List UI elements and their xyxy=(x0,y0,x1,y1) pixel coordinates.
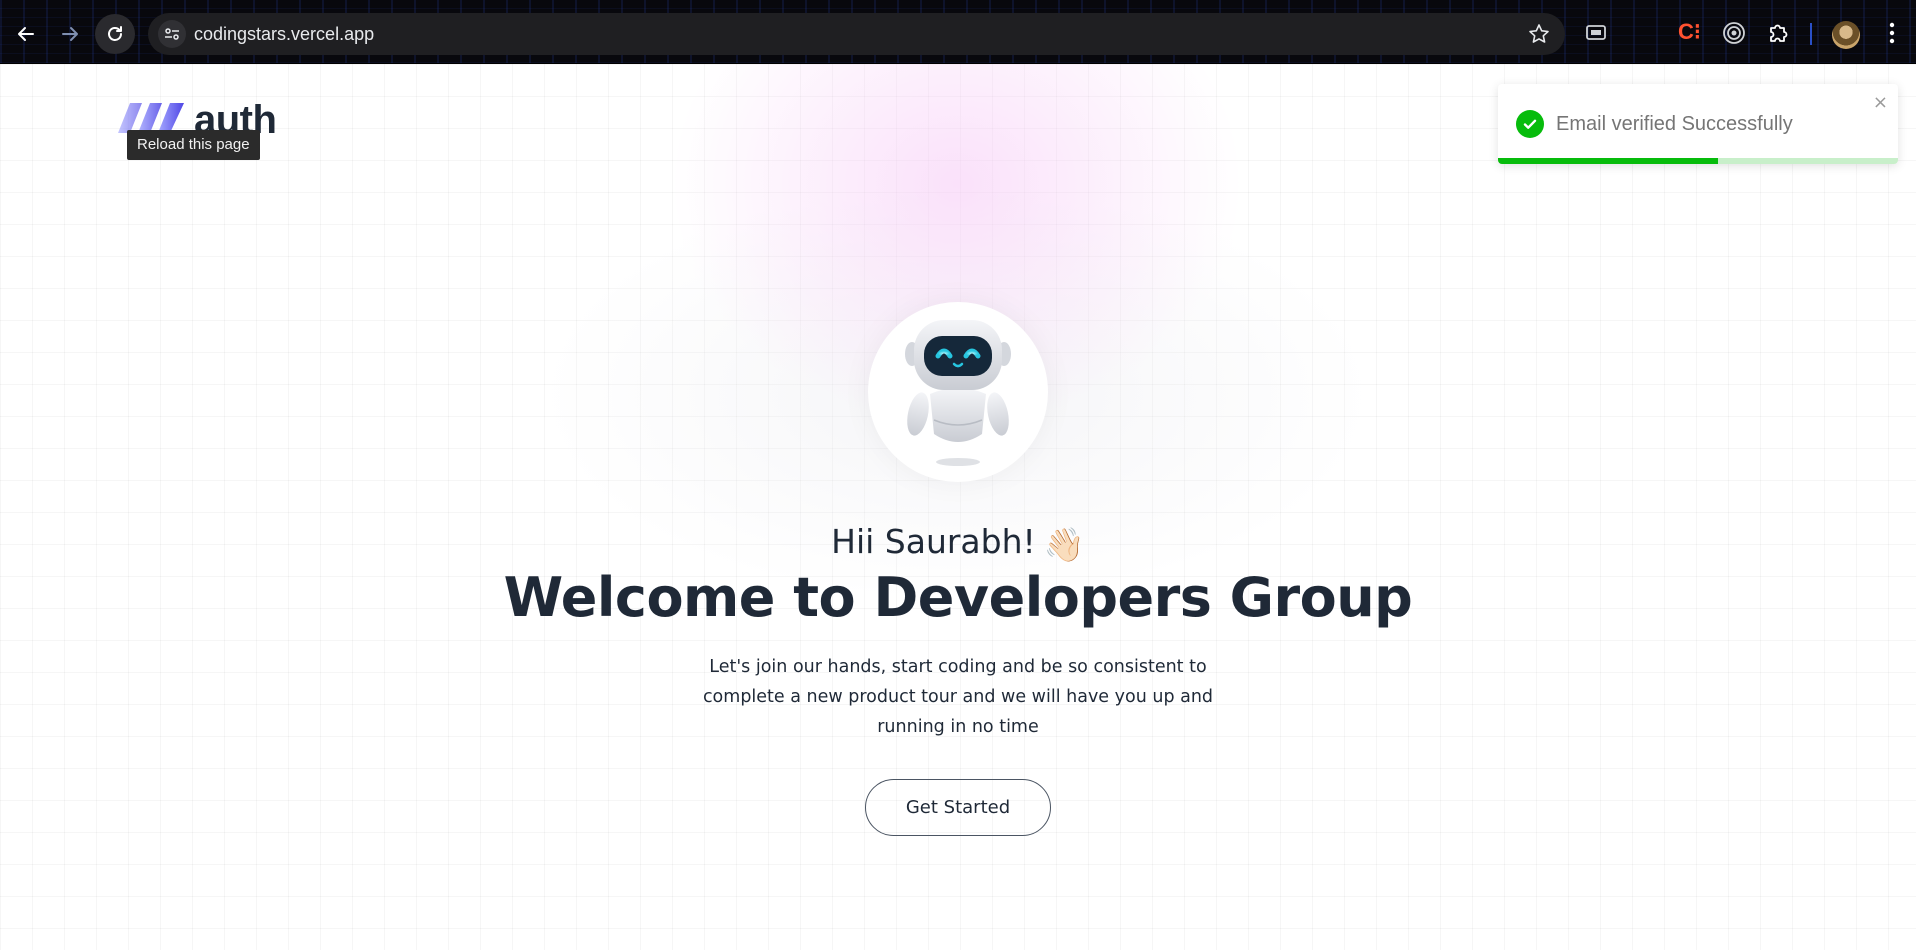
bookmark-button[interactable] xyxy=(1527,22,1551,50)
more-menu-button[interactable] xyxy=(1882,20,1902,50)
reload-button[interactable] xyxy=(95,14,135,54)
url-text[interactable]: codingstars.vercel.app xyxy=(194,24,374,45)
more-vert-icon xyxy=(1889,22,1895,44)
toast-close-button[interactable]: × xyxy=(1873,92,1888,113)
codetime-icon: C⁝ xyxy=(1678,19,1701,44)
star-icon xyxy=(1529,24,1549,43)
puzzle-icon xyxy=(1770,24,1788,42)
wallet-icon xyxy=(1586,25,1606,40)
forward-button[interactable] xyxy=(50,14,90,54)
site-info-button[interactable] xyxy=(158,20,186,48)
get-started-button[interactable]: Get Started xyxy=(865,779,1051,836)
wallet-extension-button[interactable] xyxy=(1585,21,1607,43)
toast-progress-track xyxy=(1498,158,1898,164)
toolbar-divider xyxy=(1810,23,1812,45)
site-info-icon xyxy=(165,28,179,40)
address-bar[interactable]: codingstars.vercel.app xyxy=(148,13,1565,55)
forward-arrow-icon xyxy=(62,27,78,41)
page-title: Welcome to Developers Group xyxy=(503,566,1413,629)
profile-avatar[interactable] xyxy=(1832,21,1860,49)
waving-hand-icon: 👋🏻 xyxy=(1043,525,1085,564)
page-description: Let's join our hands, start coding and b… xyxy=(702,657,1214,737)
robot-icon xyxy=(905,320,1011,466)
page-viewport: Reload this page auth Email verified Suc… xyxy=(0,64,1916,950)
reload-tooltip: Reload this page xyxy=(127,130,260,160)
check-circle-icon xyxy=(1516,110,1544,138)
browser-toolbar: codingstars.vercel.app C⁝ xyxy=(0,0,1916,64)
success-toast[interactable]: Email verified Successfully × xyxy=(1498,84,1898,164)
greeting-text: Hii Saurabh! xyxy=(831,522,1036,561)
greeting-heading: Hii Saurabh! 👋🏻 xyxy=(0,522,1916,565)
toast-message: Email verified Successfully xyxy=(1556,113,1793,135)
target-icon xyxy=(1723,22,1745,44)
target-extension-button[interactable] xyxy=(1722,21,1746,45)
back-button[interactable] xyxy=(6,14,46,54)
reload-icon xyxy=(108,26,122,41)
extensions-button[interactable] xyxy=(1766,21,1790,45)
robot-avatar xyxy=(868,302,1048,482)
codetime-extension-button[interactable]: C⁝ xyxy=(1678,19,1701,45)
toast-progress-bar xyxy=(1498,158,1718,164)
back-arrow-icon xyxy=(18,27,34,41)
